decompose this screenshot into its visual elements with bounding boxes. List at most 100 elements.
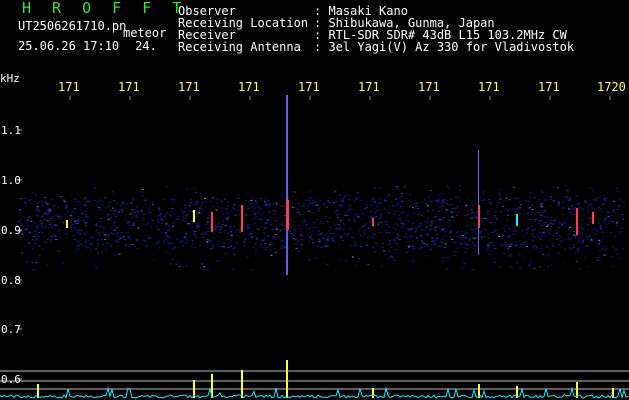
freq-tick: 0.7 bbox=[1, 323, 21, 336]
noise-speck bbox=[293, 191, 296, 193]
noise-speck bbox=[376, 204, 379, 206]
noise-speck bbox=[552, 235, 555, 237]
noise-speck bbox=[546, 226, 548, 227]
noise-speck bbox=[27, 219, 30, 221]
noise-speck bbox=[379, 187, 382, 189]
noise-speck bbox=[527, 227, 530, 228]
noise-speck bbox=[297, 251, 300, 253]
noise-speck bbox=[412, 260, 415, 262]
noise-speck bbox=[141, 191, 144, 193]
noise-speck bbox=[86, 200, 88, 202]
noise-speck bbox=[604, 232, 607, 234]
noise-speck bbox=[229, 245, 232, 247]
noise-speck bbox=[280, 231, 283, 233]
noise-speck bbox=[57, 230, 60, 232]
noise-speck bbox=[226, 218, 229, 220]
noise-speck bbox=[256, 237, 259, 239]
noise-speck bbox=[48, 208, 51, 210]
noise-speck bbox=[165, 238, 167, 240]
noise-speck bbox=[441, 238, 444, 240]
noise-speck bbox=[86, 231, 89, 233]
noise-speck bbox=[446, 185, 449, 187]
noise-speck bbox=[51, 226, 53, 228]
noise-speck bbox=[510, 254, 513, 256]
noise-speck bbox=[415, 227, 418, 229]
noise-speck bbox=[84, 225, 87, 227]
echo-bar bbox=[372, 388, 374, 398]
noise-speck bbox=[612, 205, 614, 207]
noise-speck bbox=[85, 222, 88, 223]
noise-speck bbox=[400, 212, 403, 214]
noise-speck bbox=[563, 221, 566, 223]
noise-speck bbox=[505, 200, 508, 202]
noise-speck bbox=[386, 231, 389, 233]
noise-speck bbox=[309, 202, 312, 204]
noise-speck bbox=[269, 224, 272, 226]
noise-speck bbox=[78, 219, 80, 221]
noise-speck bbox=[210, 240, 213, 242]
noise-speck bbox=[539, 266, 542, 268]
noise-speck bbox=[557, 205, 560, 207]
noise-speck bbox=[598, 218, 601, 220]
noise-speck bbox=[80, 230, 83, 231]
meteor-streak bbox=[66, 220, 68, 228]
noise-speck bbox=[343, 195, 346, 197]
noise-speck bbox=[153, 210, 156, 212]
noise-speck bbox=[104, 207, 107, 209]
noise-speck bbox=[588, 217, 591, 218]
noise-speck bbox=[561, 224, 564, 226]
noise-speck bbox=[25, 227, 28, 229]
noise-speck bbox=[515, 245, 518, 247]
noise-speck bbox=[195, 201, 198, 203]
noise-speck bbox=[265, 202, 268, 204]
time-tick: 1720 bbox=[597, 80, 626, 94]
meteor-streak bbox=[241, 205, 243, 232]
meteor-streak bbox=[516, 214, 518, 226]
noise-speck bbox=[326, 221, 329, 222]
noise-speck bbox=[388, 243, 391, 245]
noise-speck bbox=[193, 235, 196, 237]
noise-speck bbox=[300, 243, 302, 245]
noise-speck bbox=[314, 227, 317, 229]
noise-speck bbox=[218, 226, 221, 227]
noise-speck bbox=[85, 223, 88, 225]
noise-speck bbox=[508, 255, 511, 257]
noise-speck bbox=[598, 259, 601, 261]
noise-speck bbox=[552, 245, 555, 247]
noise-speck bbox=[259, 197, 262, 199]
noise-speck bbox=[547, 255, 550, 257]
noise-speck bbox=[74, 221, 77, 223]
noise-speck bbox=[405, 233, 407, 235]
noise-speck bbox=[273, 213, 276, 215]
noise-speck bbox=[190, 245, 193, 247]
noise-speck bbox=[576, 195, 579, 197]
noise-speck bbox=[104, 234, 107, 236]
noise-speck bbox=[215, 227, 218, 229]
noise-speck bbox=[420, 234, 423, 236]
noise-speck bbox=[540, 247, 542, 249]
noise-speck bbox=[408, 228, 411, 230]
noise-speck bbox=[328, 197, 331, 199]
noise-speck bbox=[36, 224, 38, 226]
noise-speck bbox=[375, 236, 378, 238]
noise-speck bbox=[196, 203, 199, 205]
noise-speck bbox=[590, 240, 593, 242]
noise-speck bbox=[426, 255, 429, 257]
noise-speck bbox=[413, 248, 416, 249]
noise-speck bbox=[338, 259, 341, 261]
noise-speck bbox=[581, 242, 584, 244]
noise-speck bbox=[111, 233, 114, 235]
noise-speck bbox=[328, 201, 331, 203]
noise-speck bbox=[265, 205, 268, 207]
noise-speck bbox=[272, 210, 275, 212]
noise-speck bbox=[574, 252, 577, 254]
noise-speck bbox=[202, 237, 205, 238]
noise-speck bbox=[109, 217, 112, 218]
noise-speck bbox=[549, 196, 552, 198]
time-tick: 171 bbox=[178, 80, 200, 94]
noise-speck bbox=[574, 235, 577, 237]
noise-speck bbox=[396, 204, 399, 206]
noise-speck bbox=[420, 214, 423, 216]
noise-speck bbox=[249, 202, 252, 204]
noise-speck bbox=[400, 220, 403, 222]
